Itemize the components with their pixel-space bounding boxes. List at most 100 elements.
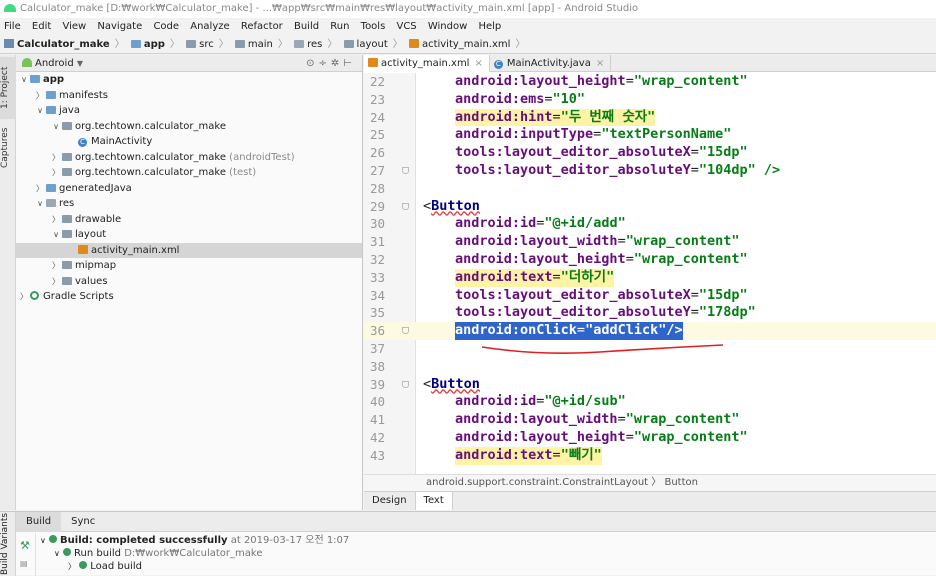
tree-item-manifests[interactable]: 〉 manifests (16, 88, 362, 104)
build-tab-bar: Build Sync (16, 512, 936, 532)
fold-marker-icon[interactable] (402, 380, 409, 388)
menu-vcs[interactable]: VCS (396, 21, 416, 32)
chevron-down-icon[interactable]: ▼ (77, 59, 83, 68)
chevron-right-icon[interactable]: 〉 (50, 258, 62, 274)
tab-label: MainActivity.java (506, 58, 591, 69)
tab-design[interactable]: Design (364, 492, 415, 510)
chevron-right-icon[interactable]: 〉 (50, 150, 62, 166)
project-panel-header: Android ▼ ⊙÷✲⊢ (16, 55, 362, 72)
chevron-down-icon[interactable]: ∨ (18, 72, 30, 88)
chevron-down-icon[interactable]: ∨ (50, 227, 62, 243)
tab-sync[interactable]: Sync (61, 512, 105, 532)
chevron-down-icon[interactable]: ∨ (54, 549, 60, 558)
line-number: 35 (370, 305, 386, 321)
menu-run[interactable]: Run (330, 21, 349, 32)
code-line: 27 tools:layout_editor_absoluteY="104dp" … (370, 162, 781, 178)
tab-mainactivity-java[interactable]: C MainActivity.java × (490, 55, 612, 72)
tree-item-package[interactable]: ∨ org.techtown.calculator_make (16, 119, 362, 135)
menu-view[interactable]: View (62, 21, 86, 32)
close-icon[interactable]: × (474, 58, 482, 69)
menu-window[interactable]: Window (428, 21, 467, 32)
chevron-down-icon[interactable]: ∨ (34, 196, 46, 212)
chevron-down-icon[interactable]: ∨ (34, 103, 46, 119)
menu-analyze[interactable]: Analyze (190, 21, 229, 32)
run-build-row[interactable]: ∨ Run build D:₩work₩Calculator_make (40, 547, 349, 560)
chevron-right-icon[interactable]: 〉 (18, 289, 30, 305)
menu-build[interactable]: Build (294, 21, 319, 32)
menu-refactor[interactable]: Refactor (241, 21, 283, 32)
tree-item-drawable[interactable]: 〉 drawable (16, 212, 362, 228)
menu-file[interactable]: File (4, 21, 21, 32)
tab-text[interactable]: Text (414, 492, 453, 510)
xml-crumb-button[interactable]: Button (664, 477, 698, 488)
xml-value: "104dp" /> (698, 162, 781, 178)
breadcrumb-main[interactable]: main (248, 39, 273, 50)
chevron-right-icon[interactable]: 〉 (50, 274, 62, 290)
tree-item-app[interactable]: ∨ app (16, 72, 362, 88)
tree-item-values[interactable]: 〉 values (16, 274, 362, 290)
tree-item-mainactivity[interactable]: C MainActivity (16, 134, 362, 150)
tree-item-layout[interactable]: ∨ layout (16, 227, 362, 243)
menu-navigate[interactable]: Navigate (97, 21, 142, 32)
build-options-icon[interactable]: ▤ (20, 559, 28, 568)
breadcrumb-file[interactable]: activity_main.xml (422, 39, 510, 50)
code-line-current: 36 android:onClick="addClick"/> (364, 322, 936, 340)
menu-bar: File Edit View Navigate Code Analyze Ref… (0, 18, 936, 36)
code-line: 24 android:hint="두 번째 숫자" (370, 108, 656, 127)
xml-value: "wrap_content" (625, 411, 740, 428)
tab-build[interactable]: Build (16, 512, 62, 532)
fold-marker-icon[interactable] (402, 327, 409, 335)
xml-value: "더하기" (560, 268, 615, 285)
breadcrumb-app[interactable]: app (144, 39, 165, 50)
breadcrumb-project[interactable]: Calculator_make (17, 39, 110, 50)
hide-icon[interactable]: ⊢ (343, 58, 356, 69)
close-icon[interactable]: × (596, 58, 604, 69)
code-area[interactable]: 22 android:layout_height="wrap_content" 2… (364, 73, 936, 474)
fold-marker-icon[interactable] (402, 202, 409, 210)
menu-code[interactable]: Code (153, 21, 179, 32)
menu-tools[interactable]: Tools (361, 21, 386, 32)
selected-text[interactable]: android:onClick="addClick"/> (455, 322, 683, 340)
project-tool-tab[interactable]: 1: Project (0, 57, 16, 119)
chevron-right-icon[interactable]: 〉 (34, 181, 46, 197)
breadcrumb-src[interactable]: src (199, 39, 214, 50)
tree-item-mipmap[interactable]: 〉 mipmap (16, 258, 362, 274)
chevron-right-icon[interactable]: 〉 (34, 88, 46, 104)
xml-crumb-root[interactable]: android.support.constraint.ConstraintLay… (426, 477, 648, 488)
project-view-selector[interactable]: Android (35, 58, 74, 69)
tree-item-activity-main[interactable]: activity_main.xml (16, 242, 362, 258)
package-icon (62, 152, 72, 161)
chevron-down-icon[interactable]: ∨ (50, 119, 62, 135)
build-result-row[interactable]: ∨ Build: completed successfully at 2019-… (40, 534, 349, 547)
hammer-icon[interactable]: ⚒ (20, 539, 30, 552)
chevron-down-icon[interactable]: ∨ (40, 536, 46, 545)
build-variants-tab[interactable]: Build Variants (0, 512, 16, 576)
xml-value: "10" (552, 90, 586, 107)
xml-value: "addClick"/> (585, 322, 683, 339)
load-build-row[interactable]: 〉 Load build (40, 560, 349, 573)
collapse-icon[interactable]: ÷ (319, 58, 331, 69)
code-line: 29 <Button (364, 198, 936, 216)
tree-item-package-test[interactable]: 〉 org.techtown.calculator_make (test) (16, 165, 362, 181)
tree-item-gradle-scripts[interactable]: 〉 Gradle Scripts (16, 289, 362, 305)
tab-activity-main[interactable]: activity_main.xml × (364, 55, 490, 72)
breadcrumb-layout[interactable]: layout (357, 39, 388, 50)
menu-help[interactable]: Help (478, 21, 501, 32)
gear-icon[interactable]: ✲ (331, 58, 343, 69)
tree-item-suffix: (androidTest) (229, 151, 295, 163)
xml-attribute: android:text (455, 446, 553, 463)
chevron-right-icon[interactable]: 〉 (68, 562, 76, 571)
menu-edit[interactable]: Edit (32, 21, 51, 32)
breadcrumb-res[interactable]: res (307, 39, 322, 50)
tree-item-res[interactable]: ∨ res (16, 196, 362, 212)
fold-marker-icon[interactable] (402, 167, 409, 174)
tree-item-generatedjava[interactable]: 〉 generatedJava (16, 181, 362, 197)
tree-item-package-androidtest[interactable]: 〉 org.techtown.calculator_make (androidTe… (16, 150, 362, 166)
chevron-right-icon[interactable]: 〉 (50, 212, 62, 228)
xml-value: "빼기" (560, 446, 602, 463)
captures-tool-tab[interactable]: Captures (0, 121, 16, 175)
sync-icon[interactable]: ⊙ (306, 58, 318, 69)
tree-item-java[interactable]: ∨ java (16, 103, 362, 119)
chevron-right-icon[interactable]: 〉 (50, 165, 62, 181)
xml-value: "15dp" (698, 286, 748, 303)
